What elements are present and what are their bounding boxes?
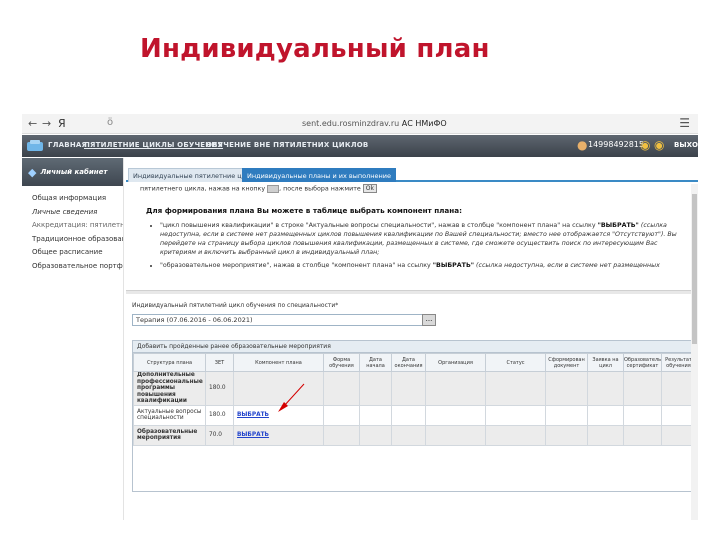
- instructions: пятилетнего цикла, нажав на кнопку , пос…: [140, 184, 688, 274]
- sidebar-item-accreditation[interactable]: Аккредитация: пятилетние циклы: [22, 219, 123, 233]
- address-bar[interactable]: sent.edu.rosminzdrav.ru АС НМиФО: [302, 119, 447, 128]
- page-scrollbar[interactable]: [691, 184, 698, 520]
- col-status[interactable]: Статус: [485, 353, 546, 372]
- table-row[interactable]: Дополнительные профессиональные программ…: [133, 371, 696, 406]
- col-structure[interactable]: Структура плана: [133, 353, 206, 372]
- main-content: Индивидуальные пятилетние циклы Индивиду…: [126, 158, 698, 520]
- search-icon[interactable]: ◉: [640, 138, 650, 152]
- page-scrollbar-thumb[interactable]: [692, 194, 697, 344]
- sidebar: ◆ Личный кабинет Общая информация Личные…: [22, 158, 124, 520]
- sidebar-title: Личный кабинет: [40, 168, 108, 176]
- url-title: АС НМиФО: [401, 119, 447, 128]
- sidebar-item-schedule[interactable]: Общее расписание: [22, 246, 123, 260]
- instruction-line-1: пятилетнего цикла, нажав на кнопку , пос…: [140, 184, 688, 194]
- instruction-subhead: Для формирования плана Вы можете в табли…: [146, 205, 462, 215]
- plan-table: Структура плана ЗЕТ Компонент плана Форм…: [133, 353, 696, 446]
- content-tabs: Индивидуальные пятилетние циклы Индивиду…: [126, 168, 698, 182]
- table-row[interactable]: Актуальные вопросы специальности 180.0 В…: [133, 404, 696, 426]
- nav-tab-outside-cycles[interactable]: ОБУЧЕНИЕ ВНЕ ПЯТИЛЕТНИХ ЦИКЛОВ: [206, 141, 368, 149]
- row-component: [233, 371, 324, 406]
- sidebar-header: ◆ Личный кабинет: [22, 158, 123, 186]
- table-header-row: Структура плана ЗЕТ Компонент плана Форм…: [133, 353, 696, 372]
- mini-button-icon: [267, 184, 280, 193]
- col-organization[interactable]: Организация: [425, 353, 486, 372]
- col-end[interactable]: Дата окончания: [391, 353, 426, 372]
- portal-logo-icon: [27, 140, 43, 151]
- row-structure: Дополнительные профессиональные программ…: [133, 371, 206, 406]
- cycle-picker-button[interactable]: ...: [422, 314, 436, 326]
- browser-menu-icon[interactable]: ☰: [679, 116, 690, 130]
- nav-tab-five-year-cycles[interactable]: ПЯТИЛЕТНИЕ ЦИКЛЫ ОБУЧЕНИЯ: [84, 141, 223, 149]
- col-document[interactable]: Сформирован документ: [545, 353, 588, 372]
- user-icon: ●: [577, 138, 588, 152]
- url-host: sent.edu.rosminzdrav.ru: [302, 119, 400, 128]
- cabinet-icon: ◆: [28, 165, 37, 179]
- logout-button[interactable]: ВЫХОД: [674, 141, 698, 149]
- choose-event-link[interactable]: ВЫБРАТЬ: [233, 424, 324, 446]
- plan-grid: Добавить пройденные ранее образовательны…: [132, 340, 696, 492]
- col-application[interactable]: Заявка на цикл: [587, 353, 624, 372]
- row-zet: 70.0: [205, 424, 234, 446]
- row-structure: Актуальные вопросы специальности: [133, 404, 206, 426]
- instruction-bullet-1: "цикл повышения квалификации" в строке "…: [160, 221, 688, 257]
- sidebar-item-traditional-education[interactable]: Традиционное образование: [22, 233, 123, 247]
- browser-toolbar: ← → Я ö sent.edu.rosminzdrav.ru АС НМиФО…: [22, 114, 698, 134]
- cycle-label: Индивидуальный пятилетний цикл обучения …: [132, 302, 339, 309]
- screenshot: ← → Я ö sent.edu.rosminzdrav.ru АС НМиФО…: [22, 114, 698, 520]
- choose-link-text: "ВЫБРАТЬ": [597, 221, 639, 229]
- sidebar-item-general-info[interactable]: Общая информация: [22, 192, 123, 206]
- cycle-select[interactable]: Терапия (07.06.2016 - 06.06.2021): [132, 314, 436, 326]
- col-form[interactable]: Форма обучения: [323, 353, 360, 372]
- back-arrow-icon[interactable]: ←: [28, 117, 37, 130]
- row-zet: 180.0: [205, 404, 234, 426]
- site-info-icon[interactable]: ö: [107, 117, 113, 128]
- splitter[interactable]: [126, 290, 698, 294]
- instruction-bullet-2: "образовательное мероприятие", нажав в с…: [160, 261, 688, 270]
- nav-tab-main[interactable]: ГЛАВНАЯ: [48, 141, 87, 149]
- sidebar-item-personal-info[interactable]: Личные сведения: [22, 206, 123, 220]
- col-zet[interactable]: ЗЕТ: [205, 353, 234, 372]
- instruction-list: "цикл повышения квалификации" в строке "…: [160, 221, 688, 270]
- ok-button-sample: Ok: [362, 184, 377, 193]
- row-zet: 180.0: [205, 371, 234, 406]
- choose-link-text: "ВЫБРАТЬ": [432, 261, 475, 269]
- row-structure: Образовательные мероприятия: [133, 424, 206, 446]
- col-certificate[interactable]: Образовательный сертификат: [623, 353, 662, 372]
- browser-brand-icon[interactable]: Я: [58, 117, 66, 130]
- tab-individual-plans[interactable]: Индивидуальные планы и их выполнение: [242, 168, 396, 182]
- forward-arrow-icon[interactable]: →: [42, 117, 51, 130]
- slide-title: Индивидуальный план: [140, 34, 490, 64]
- table-row[interactable]: Образовательные мероприятия 70.0 ВЫБРАТЬ: [133, 424, 696, 446]
- site-header: ГЛАВНАЯ ПЯТИЛЕТНИЕ ЦИКЛЫ ОБУЧЕНИЯ ОБУЧЕН…: [22, 135, 698, 157]
- user-id[interactable]: 14998492815: [588, 140, 644, 149]
- choose-cycle-link[interactable]: ВЫБРАТЬ: [233, 404, 324, 426]
- col-start[interactable]: Дата начала: [359, 353, 392, 372]
- zoom-icon[interactable]: ◉: [654, 138, 664, 152]
- sidebar-item-portfolio[interactable]: Образовательное портфолио: [22, 260, 123, 274]
- grid-title[interactable]: Добавить пройденные ранее образовательны…: [133, 341, 693, 353]
- col-component[interactable]: Компонент плана: [233, 353, 324, 372]
